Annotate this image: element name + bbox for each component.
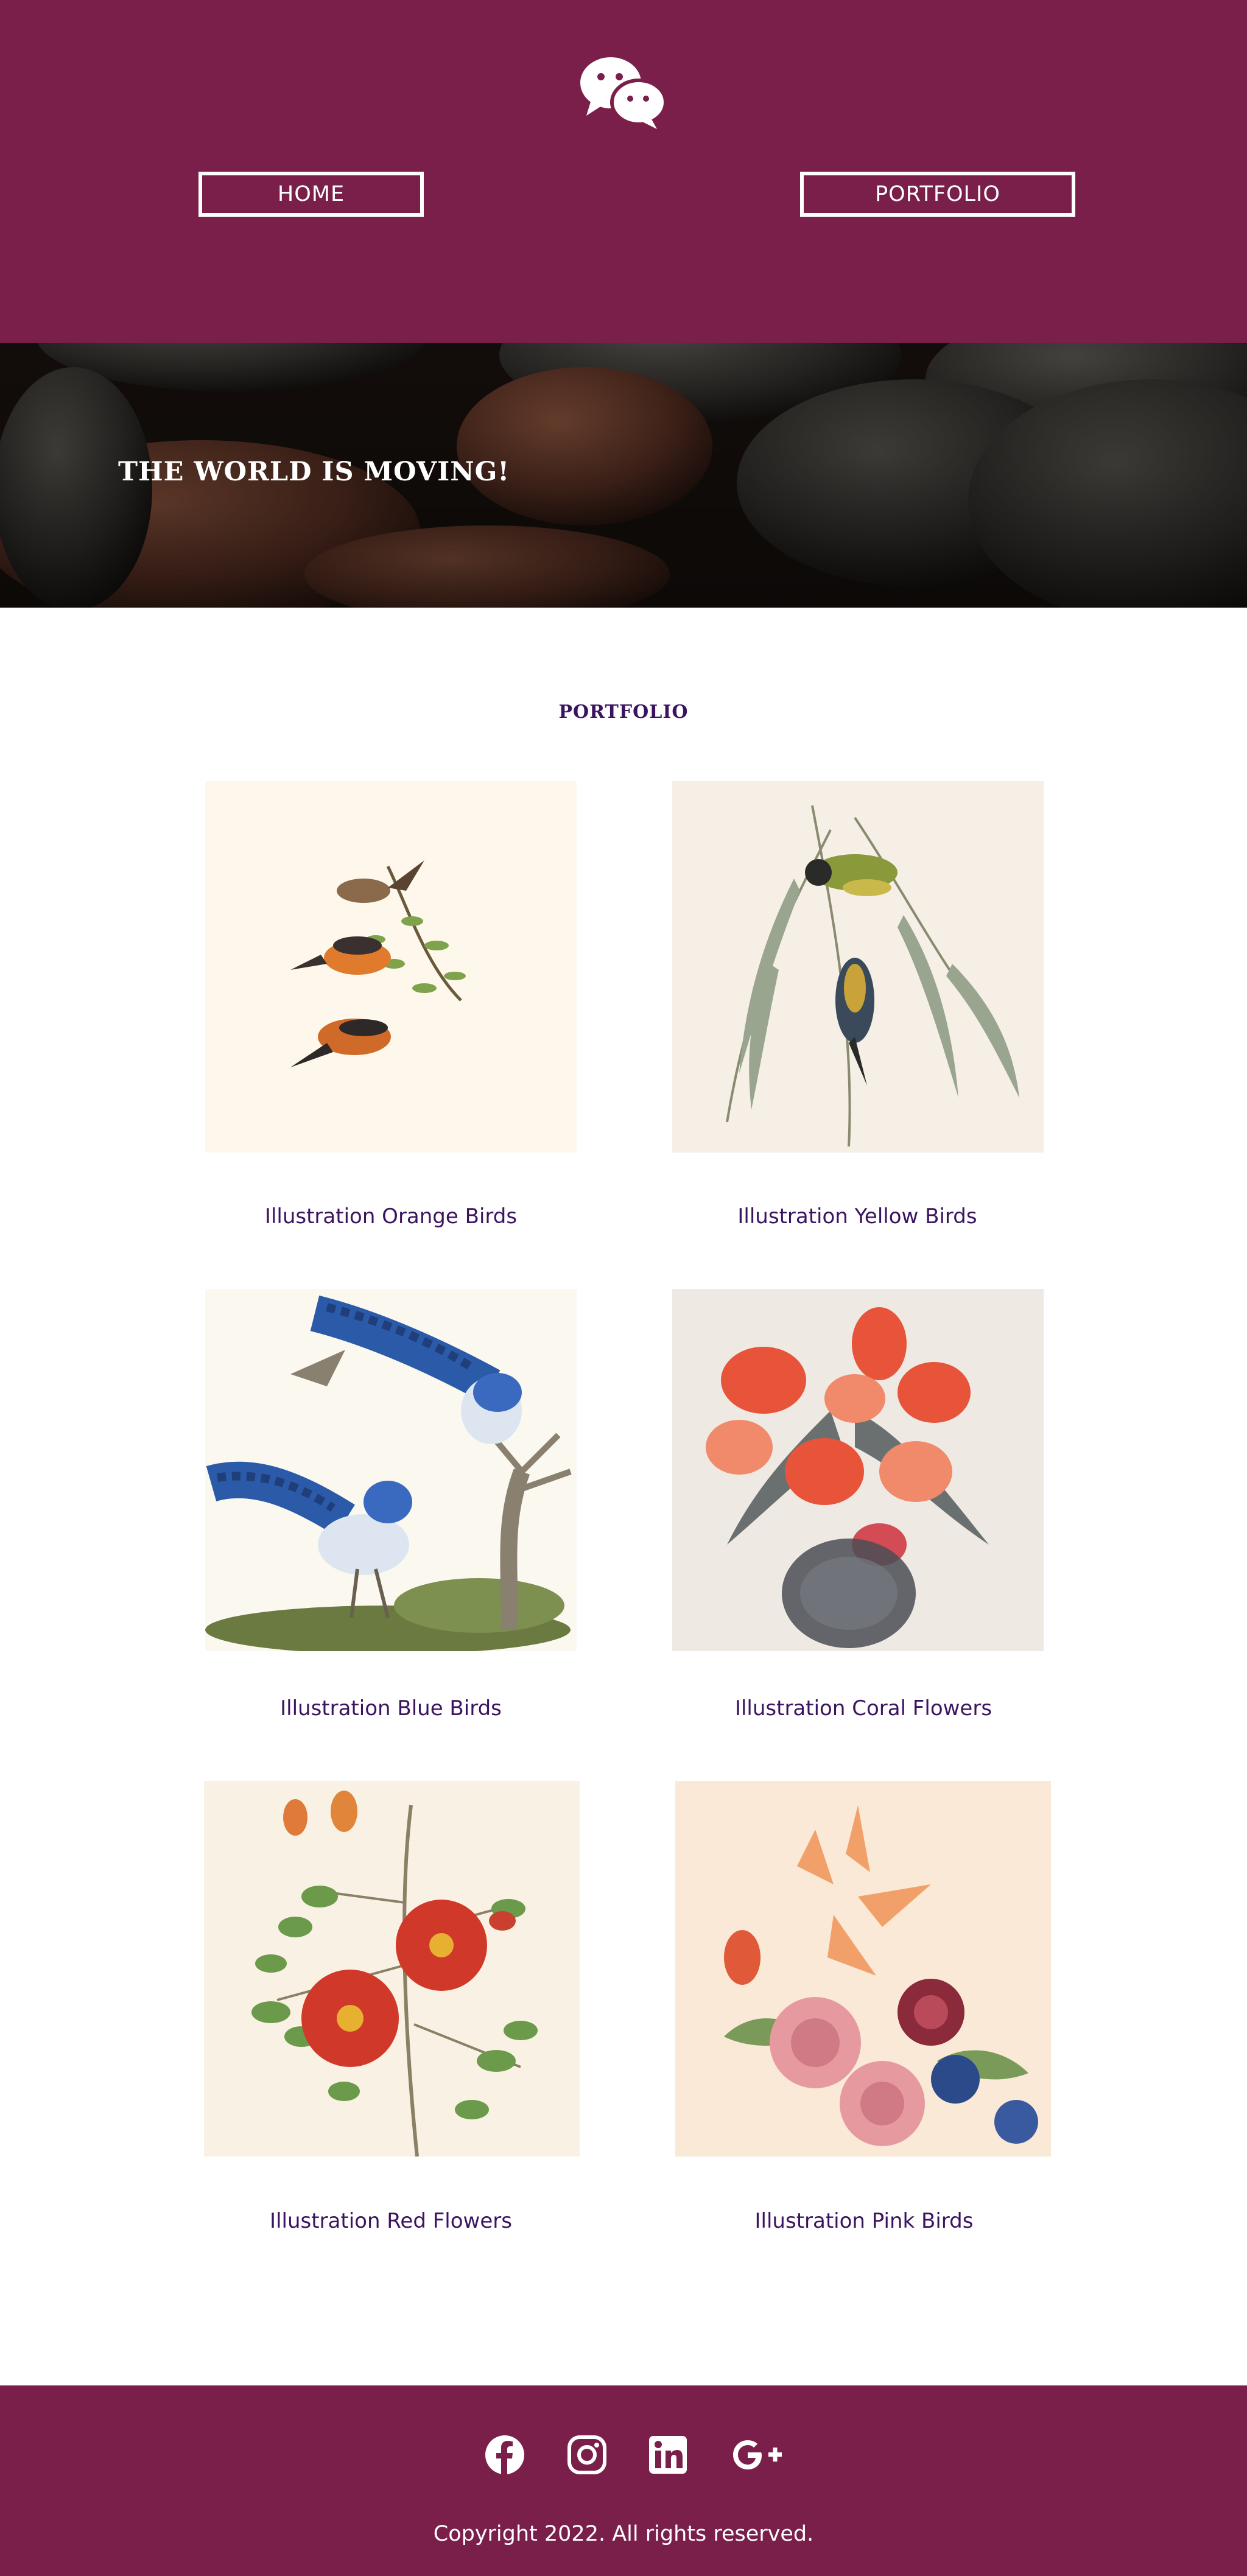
instagram-icon[interactable] (566, 2434, 608, 2476)
portfolio-caption[interactable]: Illustration Orange Birds (202, 1204, 580, 1229)
portfolio-title: PORTFOLIO (558, 701, 689, 723)
nav-home-button[interactable]: HOME (198, 172, 424, 217)
orange-birds-image[interactable] (205, 781, 577, 1153)
wechat-icon[interactable] (579, 55, 667, 129)
nav-portfolio-button[interactable]: PORTFOLIO (800, 172, 1075, 217)
pink-birds-image[interactable] (675, 1781, 1051, 2157)
portfolio-caption[interactable]: Illustration Coral Flowers (675, 1696, 1052, 1721)
facebook-icon[interactable] (484, 2434, 525, 2476)
yellow-birds-image[interactable] (672, 781, 1044, 1153)
red-flowers-image[interactable] (204, 1781, 580, 2157)
site-footer (0, 2385, 1247, 2576)
hero-title: THE WORLD IS MOVING! (118, 457, 510, 487)
linkedin-icon[interactable] (647, 2434, 689, 2476)
portfolio-caption[interactable]: Illustration Yellow Birds (669, 1204, 1046, 1229)
coral-flowers-image[interactable] (672, 1289, 1044, 1651)
blue-birds-image[interactable] (205, 1289, 577, 1651)
portfolio-caption[interactable]: Illustration Red Flowers (202, 2209, 580, 2233)
portfolio-caption[interactable]: Illustration Blue Birds (202, 1696, 580, 1721)
copyright-text: Copyright 2022. All rights reserved. (433, 2522, 814, 2546)
google-plus-icon[interactable] (729, 2434, 784, 2476)
portfolio-caption[interactable]: Illustration Pink Birds (675, 2209, 1053, 2233)
site-header: HOME PORTFOLIO (0, 0, 1247, 343)
